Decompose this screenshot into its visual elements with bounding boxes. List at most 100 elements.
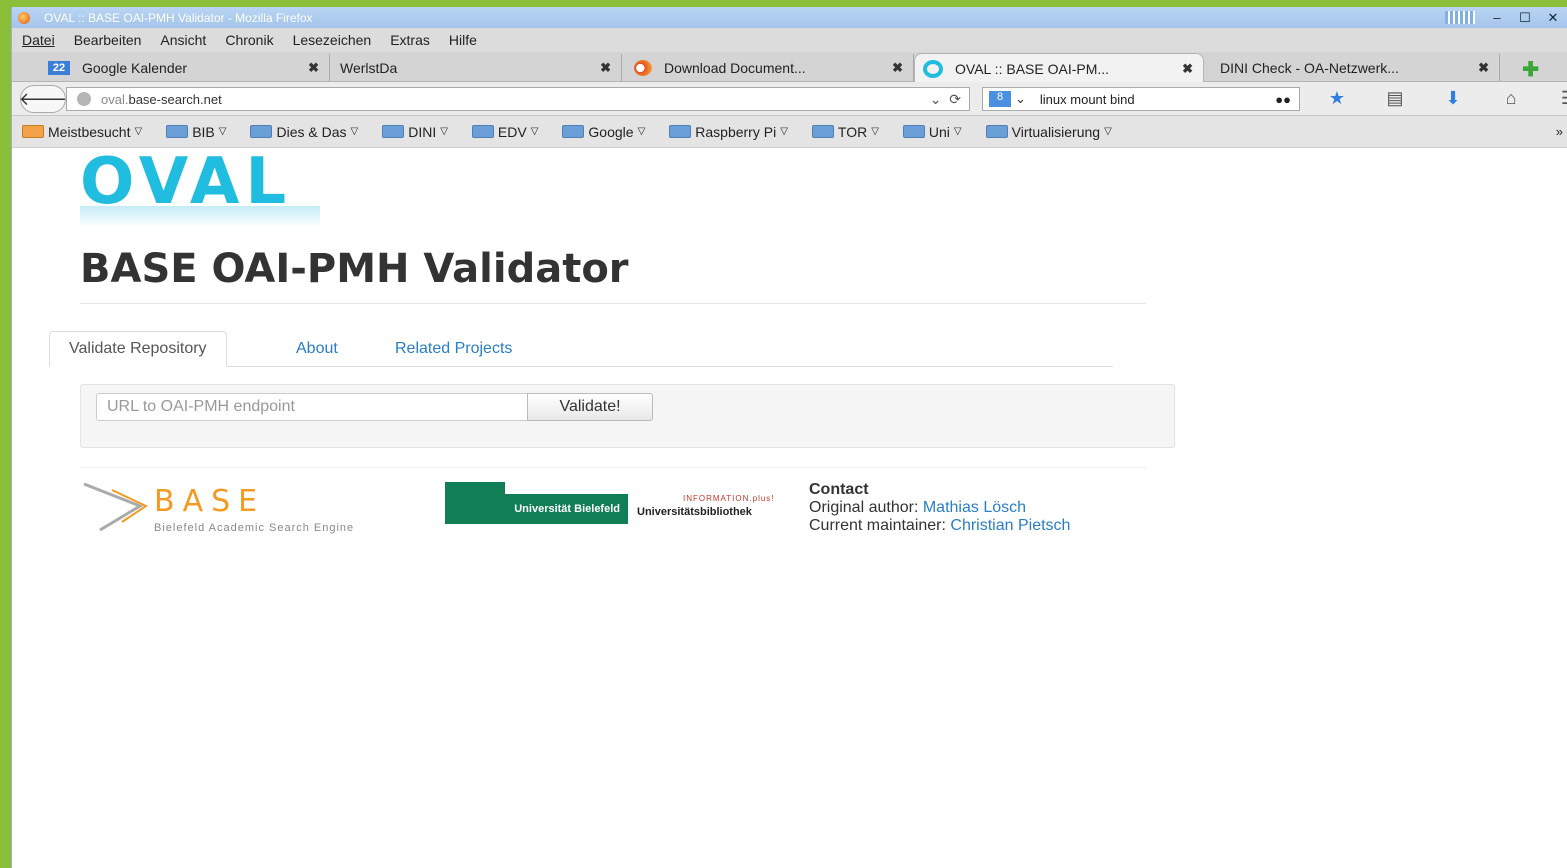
page-content: OVAL BASE OAI-PMH Validator Validate Rep…	[12, 148, 1567, 867]
oval-logo: OVAL	[80, 145, 293, 219]
tab-download-document[interactable]: Download Document... ✖	[626, 54, 914, 82]
search-engine-icon[interactable]: 8	[989, 91, 1011, 107]
bookmark-uni[interactable]: Uni ▽	[902, 123, 962, 140]
close-tab-icon[interactable]: ✖	[308, 60, 319, 76]
close-tab-icon[interactable]: ✖	[892, 60, 903, 76]
bookmark-bib[interactable]: BIB ▽	[166, 124, 226, 140]
tab-label: DINI Check - OA-Netzwerk...	[1220, 60, 1399, 76]
uni-logo-name: Universität Bielefeld	[445, 494, 628, 524]
bookmark-raspberry-pi[interactable]: Raspberry Pi ▽	[669, 124, 788, 140]
menu-datei[interactable]: Datei	[22, 32, 55, 48]
maximize-button[interactable]: ☐	[1511, 10, 1539, 26]
bookmark-virtualisierung[interactable]: Virtualisierung ▽	[985, 124, 1112, 140]
bookmarks-bar: Meistbesucht ▽ BIB ▽ Dies & Das ▽ DINI ▽ EDV…	[12, 116, 1567, 148]
menu-ansicht[interactable]: Ansicht	[160, 32, 206, 48]
calendar-icon: 22	[48, 61, 70, 75]
chevron-down-icon: ▽	[1104, 126, 1112, 137]
tab-dini-check[interactable]: DINI Check - OA-Netzwerk... ✖	[1212, 54, 1500, 82]
oval-favicon-icon	[923, 59, 943, 78]
folder-icon	[382, 125, 405, 138]
validate-form: URL to OAI-PMH endpoint Validate!	[80, 384, 1175, 448]
chevron-down-icon: ▽	[440, 126, 448, 137]
url-domain: base-search.net	[128, 91, 222, 107]
menu-chronik[interactable]: Chronik	[225, 32, 273, 48]
search-bar[interactable]: 8 ⌄ linux mount bind ●●	[982, 87, 1300, 111]
folder-icon	[669, 125, 692, 138]
menu-bar: Datei Bearbeiten Ansicht Chronik Lesezei…	[12, 28, 1567, 52]
menu-extras[interactable]: Extras	[390, 32, 430, 48]
chevron-down-icon: ▽	[218, 126, 227, 137]
ub-name: Universitätsbibliothek	[637, 506, 752, 518]
bookmark-dini[interactable]: DINI ▽	[382, 124, 448, 140]
close-button[interactable]: ✕	[1539, 10, 1567, 26]
tab-related-projects[interactable]: Related Projects	[376, 331, 531, 367]
contact-maintainer: Current maintainer: Christian Pietsch	[809, 517, 1139, 535]
bookmark-label: BIB	[192, 123, 215, 140]
tab-google-kalender[interactable]: 22 Google Kalender ✖	[40, 54, 330, 82]
browser-window: OVAL :: BASE OAI-PMH Validator - Mozilla…	[11, 7, 1567, 868]
chevron-down-icon: ▽	[953, 126, 962, 137]
ub-tagline: INFORMATION.plus!	[683, 494, 775, 503]
bookmark-label: DINI	[408, 123, 437, 140]
menu-icon[interactable]: ☰	[1540, 88, 1567, 109]
firefox-icon	[18, 11, 30, 24]
tab-label: OVAL :: BASE OAI-PM...	[955, 60, 1110, 77]
url-bar[interactable]: oval. base-search.net ⌄ ⟳	[66, 87, 970, 111]
menu-hilfe[interactable]: Hilfe	[449, 32, 477, 48]
download-icon[interactable]: ⬇	[1424, 88, 1482, 109]
chevron-down-icon: ▽	[530, 126, 539, 137]
title-bar: OVAL :: BASE OAI-PMH Validator - Mozilla…	[12, 7, 1567, 28]
author-link[interactable]: Mathias Lösch	[923, 499, 1026, 516]
tab-validate-repository[interactable]: Validate Repository	[49, 331, 227, 367]
uni-bielefeld-logo[interactable]: Universität Bielefeld INFORMATION.plus! …	[445, 480, 785, 528]
bookmark-dies-das[interactable]: Dies & Das ▽	[250, 124, 358, 140]
url-input[interactable]: URL to OAI-PMH endpoint	[96, 393, 528, 421]
bookmark-tor[interactable]: TOR ▽	[811, 123, 879, 140]
binoculars-icon[interactable]: ●●	[1275, 92, 1291, 107]
minimize-button[interactable]: –	[1483, 10, 1511, 25]
close-tab-icon[interactable]: ✖	[1182, 61, 1193, 77]
chevron-down-icon[interactable]: ⌄	[1015, 91, 1026, 107]
more-bookmarks-icon[interactable]: »	[1556, 124, 1563, 139]
new-tab-icon[interactable]: ✚	[1522, 57, 1539, 82]
contact-author: Original author: Mathias Lösch	[809, 499, 1139, 517]
chevron-down-icon: ▽	[134, 126, 143, 137]
close-tab-icon[interactable]: ✖	[1478, 60, 1489, 76]
bookmark-label: EDV	[497, 123, 527, 140]
bookmark-google[interactable]: Google ▽	[562, 124, 645, 140]
folder-icon	[250, 125, 273, 138]
chevron-down-icon: ▽	[871, 126, 879, 137]
validate-button[interactable]: Validate!	[527, 393, 653, 421]
bookmark-edv[interactable]: EDV ▽	[471, 123, 539, 140]
bookmark-star-icon[interactable]: ★	[1308, 88, 1366, 109]
contact-title: Contact	[809, 481, 869, 498]
tab-oval[interactable]: OVAL :: BASE OAI-PM... ✖	[914, 53, 1204, 83]
maintainer-label: Current maintainer:	[809, 517, 951, 534]
bookmark-label: Uni	[928, 123, 950, 140]
menu-lesezeichen[interactable]: Lesezeichen	[293, 32, 372, 48]
back-button[interactable]: 🡐	[19, 85, 67, 113]
base-logo[interactable]: BASE Bielefeld Academic Search Engine	[82, 480, 422, 536]
url-prefix: oval.	[101, 91, 129, 107]
reload-icon[interactable]: ⌄ ⟳	[930, 91, 961, 108]
folder-icon	[985, 125, 1008, 138]
divider	[80, 467, 1146, 468]
home-icon[interactable]: ⌂	[1482, 88, 1540, 109]
tab-werlstda[interactable]: WerlstDa ✖	[332, 54, 622, 82]
base-arrow-icon	[83, 482, 149, 532]
tab-about[interactable]: About	[277, 331, 357, 367]
maintainer-link[interactable]: Christian Pietsch	[950, 517, 1070, 534]
author-label: Original author:	[809, 499, 923, 516]
menu-bearbeiten[interactable]: Bearbeiten	[74, 32, 142, 48]
bookmark-meistbesucht[interactable]: Meistbesucht ▽	[22, 124, 142, 140]
reader-icon[interactable]: ▤	[1366, 88, 1424, 109]
bookmark-label: TOR	[837, 123, 868, 140]
window-title: OVAL :: BASE OAI-PMH Validator - Mozilla…	[44, 10, 313, 25]
divider	[80, 303, 1146, 304]
folder-icon	[811, 125, 834, 138]
bookmark-label: Dies & Das	[276, 123, 347, 140]
search-input[interactable]: linux mount bind	[1040, 92, 1135, 107]
close-tab-icon[interactable]: ✖	[600, 60, 611, 76]
bookmark-label: Google	[588, 123, 634, 140]
base-logo-text: BASE	[154, 484, 266, 519]
